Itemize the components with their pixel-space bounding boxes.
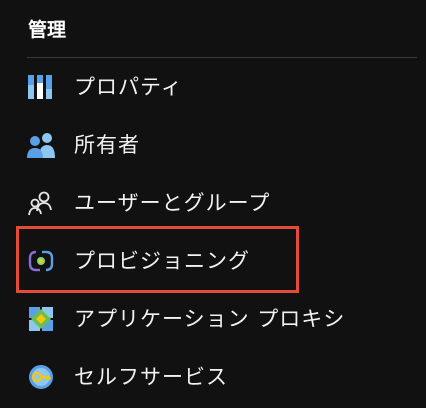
provisioning-icon xyxy=(26,246,56,276)
nav-item-users-groups-label: ユーザーとグループ xyxy=(74,191,271,215)
nav-item-provisioning[interactable]: プロビジョニング xyxy=(0,232,426,290)
nav-item-self-service-label: セルフサービス xyxy=(74,365,228,389)
users-groups-icon xyxy=(26,188,56,218)
section-title: 管理 xyxy=(28,19,67,41)
nav-item-properties[interactable]: プロパティ xyxy=(0,58,426,116)
nav-item-provisioning-label: プロビジョニング xyxy=(74,249,250,273)
owners-people-icon xyxy=(26,130,56,160)
nav-item-self-service[interactable]: セルフサービス xyxy=(0,348,426,406)
properties-bars-icon xyxy=(26,72,56,102)
nav-item-application-proxy[interactable]: アプリケーション プロキシ xyxy=(0,290,426,348)
nav-item-owners[interactable]: 所有者 xyxy=(0,116,426,174)
nav-item-properties-label: プロパティ xyxy=(74,75,183,99)
self-service-icon xyxy=(26,362,56,392)
nav-item-application-proxy-label: アプリケーション プロキシ xyxy=(74,307,346,331)
application-proxy-icon xyxy=(26,304,56,334)
nav-item-owners-label: 所有者 xyxy=(74,133,140,157)
nav-item-users-groups[interactable]: ユーザーとグループ xyxy=(0,174,426,232)
